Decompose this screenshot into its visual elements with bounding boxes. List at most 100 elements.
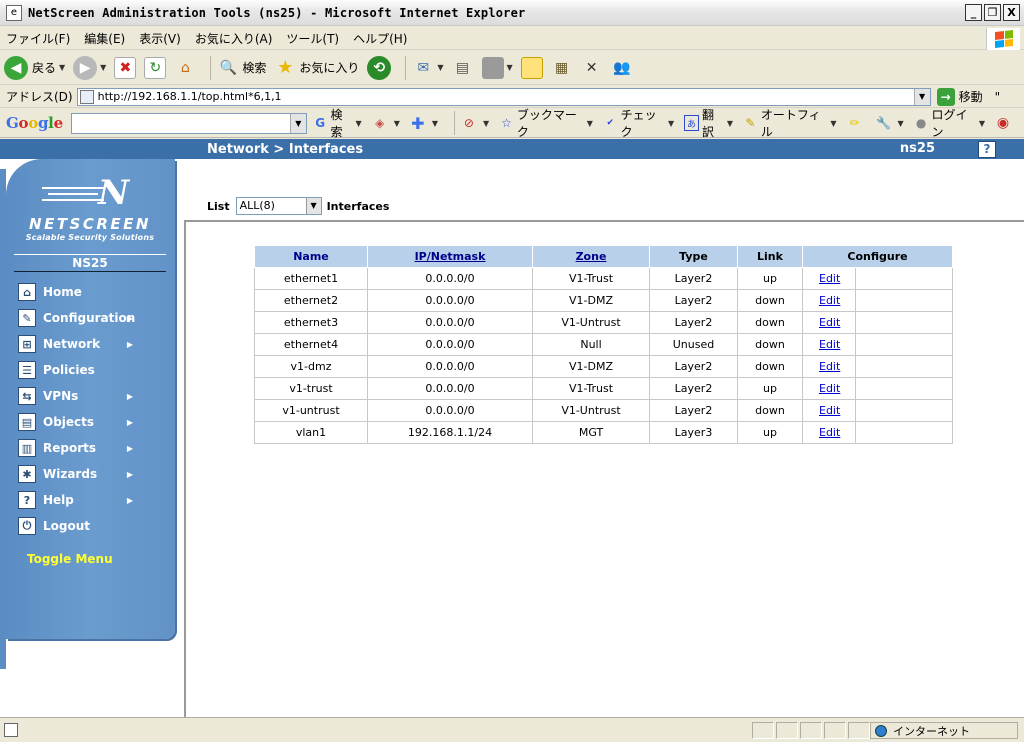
menu-favorites[interactable]: お気に入り(A) [195, 30, 273, 47]
cell-link: down [737, 355, 803, 378]
go-button[interactable]: → 移動 [936, 87, 983, 106]
login-button[interactable]: ● ログイン ▼ [914, 106, 985, 140]
forward-arrow-icon: ▶ [73, 55, 98, 80]
cell-ip: 0.0.0.0/0 [367, 267, 533, 290]
column-zone[interactable]: Zone [532, 245, 650, 268]
sidebar-item-home[interactable]: ⌂ Home [18, 279, 163, 305]
cell-ip: 0.0.0.0/0 [367, 333, 533, 356]
edit-dropdown-icon[interactable]: ▼ [507, 63, 513, 72]
sidebar-item-wizards[interactable]: ✱ Wizards ▶ [18, 461, 163, 487]
sidebar-item-vpns[interactable]: ⇆ VPNs ▶ [18, 383, 163, 409]
edit-link[interactable]: Edit [802, 267, 856, 290]
autofill-button[interactable]: ✎ オートフィル ▼ [743, 106, 836, 140]
edit-link[interactable]: Edit [802, 399, 856, 422]
minimize-button[interactable]: _ [965, 4, 982, 21]
column-link: Link [737, 245, 803, 268]
sidebar-item-objects[interactable]: ▤ Objects ▶ [18, 409, 163, 435]
back-label: 戻る [32, 61, 57, 75]
edit-button[interactable]: ▼ [481, 56, 513, 79]
edit-link[interactable]: Edit [802, 377, 856, 400]
research-button[interactable]: ▦ [551, 57, 573, 79]
cell-empty [855, 399, 953, 422]
google-logo[interactable]: Google [6, 114, 63, 132]
sidebar-top-strip [0, 139, 180, 159]
highlight-button[interactable]: ✏ [847, 115, 866, 131]
edit-link[interactable]: Edit [802, 421, 856, 444]
address-input[interactable]: http://192.168.1.1/top.html*6,1,1 ▼ [76, 87, 931, 106]
check-label: チェック [620, 108, 657, 139]
sidebar-item-label: Home [43, 285, 82, 299]
column-ip-netmask[interactable]: IP/Netmask [367, 245, 533, 268]
forward-dropdown-icon[interactable]: ▼ [100, 63, 106, 72]
bookmark-button[interactable]: ☆ ブックマーク ▼ [499, 106, 593, 140]
sidebar-item-reports[interactable]: ▥ Reports ▶ [18, 435, 163, 461]
mail-dropdown-icon[interactable]: ▼ [437, 63, 443, 72]
address-dropdown-icon[interactable]: ▼ [913, 88, 930, 105]
google-search-button[interactable]: G 検索 ▼ [313, 106, 362, 140]
edit-link[interactable]: Edit [802, 333, 856, 356]
note-icon [520, 56, 543, 79]
edit-link[interactable]: Edit [802, 311, 856, 334]
menu-view[interactable]: 表示(V) [139, 30, 181, 47]
sidebar-item-logout[interactable]: ⏻ Logout [18, 513, 163, 539]
chevron-right-icon: ▶ [126, 313, 133, 323]
window-title: NetScreen Administration Tools (ns25) - … [28, 5, 526, 20]
spellcheck-button[interactable]: ✔ チェック ▼ [603, 106, 674, 140]
links-chevron[interactable]: " [995, 90, 1001, 104]
favorites-button[interactable]: ★ お気に入り [274, 57, 359, 79]
sidebar-item-configuration[interactable]: ✎ Configuration ▶ [18, 305, 163, 331]
menu-help[interactable]: ヘルプ(H) [353, 30, 407, 47]
netscreen-mark-icon: N [14, 173, 166, 213]
dropdown-icon: ▼ [586, 118, 593, 128]
mail-button[interactable]: ✉ ▼ [412, 57, 443, 79]
menu-edit[interactable]: 編集(E) [84, 30, 125, 47]
edit-link[interactable]: Edit [802, 355, 856, 378]
history-icon: ⟲ [367, 55, 392, 80]
pdf-button[interactable]: ◉ [995, 115, 1014, 131]
google-plus-button[interactable]: ✚ ▼ [410, 114, 438, 133]
menu-tools[interactable]: ツール(T) [286, 30, 339, 47]
window-title-bar[interactable]: e NetScreen Administration Tools (ns25) … [0, 0, 1024, 26]
translate-button[interactable]: あ 翻訳 ▼ [684, 106, 733, 140]
settings-button[interactable]: 🔧 ▼ [876, 115, 904, 131]
table-header-row: Name IP/Netmask Zone Type Link Configure [254, 245, 953, 268]
close-button[interactable]: X [1003, 4, 1020, 21]
messenger-button[interactable]: 👥 [611, 57, 633, 79]
cell-type: Layer2 [649, 267, 738, 290]
google-tag-button[interactable]: ◈ ▼ [372, 115, 400, 131]
page-icon [79, 89, 94, 104]
column-name[interactable]: Name [254, 245, 368, 268]
tools-x-button[interactable]: ✕ [581, 57, 603, 79]
discuss-button[interactable] [520, 56, 543, 79]
menu-file[interactable]: ファイル(F) [6, 30, 70, 47]
interface-filter-select[interactable]: ALL(8) ▼ [235, 197, 322, 215]
back-button[interactable]: ◀ 戻る ▼ [4, 55, 65, 80]
toolbar-separator [454, 111, 455, 135]
toggle-menu-link[interactable]: Toggle Menu [27, 552, 113, 566]
google-search-dropdown-icon[interactable]: ▼ [289, 113, 306, 133]
address-url: http://192.168.1.1/top.html*6,1,1 [97, 90, 282, 103]
windows-logo-icon [986, 28, 1020, 50]
maximize-button[interactable]: ❐ [984, 4, 1001, 21]
home-button[interactable]: ⌂ [174, 57, 196, 79]
search-button[interactable]: 🔍 検索 [217, 57, 267, 79]
messenger-icon: 👥 [612, 59, 631, 76]
refresh-button[interactable]: ↻ [144, 56, 167, 79]
popup-blocker-button[interactable]: ⊘ ▼ [461, 115, 489, 131]
print-button[interactable]: ▤ [452, 57, 474, 79]
forward-button[interactable]: ▶ ▼ [73, 55, 106, 80]
sidebar-item-help[interactable]: ? Help ▶ [18, 487, 163, 513]
stop-button[interactable]: ✖ [114, 56, 137, 79]
sidebar-item-policies[interactable]: ☰ Policies [18, 357, 163, 383]
history-button[interactable]: ⟲ [367, 55, 392, 80]
edit-link[interactable]: Edit [802, 289, 856, 312]
autofill-label: オートフィル [760, 108, 821, 139]
status-cell [848, 722, 870, 739]
sidebar-item-network[interactable]: ⊞ Network ▶ [18, 331, 163, 357]
back-arrow-icon: ◀ [4, 55, 28, 80]
back-dropdown-icon[interactable]: ▼ [59, 63, 65, 72]
dropdown-icon: ▼ [355, 118, 362, 128]
help-button[interactable]: ? [978, 141, 996, 158]
google-search-input[interactable]: ▼ [70, 112, 307, 134]
cell-name: v1-untrust [254, 399, 368, 422]
